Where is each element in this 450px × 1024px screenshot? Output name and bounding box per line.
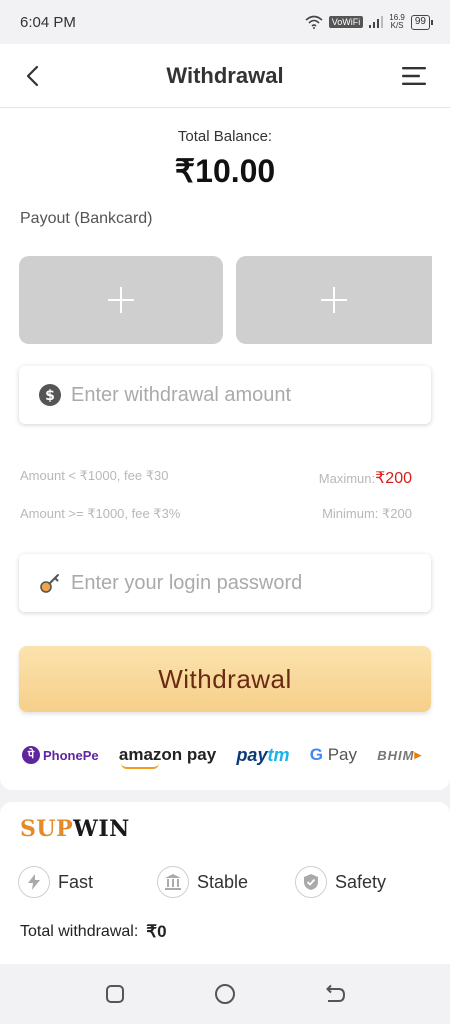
withdrawal-button[interactable]: Withdrawal (19, 646, 431, 712)
total-withdrawal-label: Total withdrawal: (20, 923, 139, 940)
fee-row-2: Amount >= ₹1000, fee ₹3% Minimum: ₹200 (20, 506, 412, 522)
feature-label: Stable (197, 871, 249, 892)
withdrawal-amount-input[interactable] (71, 383, 431, 407)
plus-icon (321, 287, 347, 313)
speed-unit: K/S (390, 21, 404, 30)
paytm-logo: pay tm (236, 745, 289, 766)
wifi-icon (305, 15, 323, 29)
google-g-icon: G (309, 745, 323, 764)
battery-indicator: 99 (410, 14, 434, 30)
balance-value: ₹10.00 (174, 153, 276, 189)
paytm-pay-text: pay (236, 744, 268, 765)
brand-sup: SUP (20, 816, 74, 842)
feature-safety: Safety (295, 866, 386, 898)
login-password-field[interactable] (19, 554, 431, 612)
amazon-smile-icon (120, 763, 159, 769)
feature-fast: Fast (18, 866, 93, 898)
feature-stable: Stable (157, 866, 248, 898)
fee-row-1: Amount < ₹1000, fee ₹30 Maximun: ₹200 (20, 468, 412, 488)
home-button[interactable] (213, 982, 237, 1006)
google-pay-logo: G Pay (310, 745, 357, 765)
page-title: Withdrawal (166, 62, 284, 88)
svg-text:$: $ (45, 388, 55, 404)
add-bankcard-button-1[interactable] (19, 256, 223, 344)
phonepe-text: PhonePe (43, 747, 99, 763)
system-nav-bar (0, 964, 450, 1024)
add-bankcard-button-2[interactable] (236, 256, 432, 344)
payment-logos: पे PhonePe amazon pay pay tm G Pay BHIM ▸ (22, 740, 422, 770)
lightning-icon (18, 866, 50, 898)
bank-icon (157, 866, 189, 898)
amazon-pay-text: amazon pay (118, 745, 217, 764)
back-arrow-icon (326, 984, 346, 1002)
maximum-value: ₹200 (375, 470, 412, 487)
bhim-text: BHIM (377, 747, 415, 763)
recents-button[interactable] (103, 982, 127, 1006)
vowifi-badge: VoWiFi (328, 16, 364, 28)
network-speed: 16.9 K/S (389, 14, 405, 30)
maximum-limit: Maximun: ₹200 (319, 468, 412, 488)
gpay-text: Pay (327, 745, 357, 764)
balance-label: Total Balance: (177, 128, 273, 145)
paytm-tm-text: tm (267, 744, 290, 765)
feature-label: Fast (58, 871, 94, 892)
circle-icon (215, 984, 235, 1004)
back-chevron-icon[interactable] (22, 64, 46, 88)
payout-label: Payout (Bankcard) (20, 210, 153, 227)
shield-check-icon (295, 866, 327, 898)
fee-rule-high: Amount >= ₹1000, fee ₹3% (20, 506, 181, 521)
total-withdrawal: Total withdrawal: ₹0 (20, 922, 167, 942)
withdrawal-amount-field[interactable]: $ (19, 366, 431, 424)
status-bar: 6:04 PM VoWiFi 16.9 K/S 99 (0, 0, 450, 44)
brand-win: WIN (73, 816, 130, 842)
status-icons: VoWiFi 16.9 K/S 99 (305, 14, 434, 30)
signal-icon (369, 16, 384, 28)
phonepe-mark-icon: पे (22, 746, 40, 764)
minimum-limit: Minimum: ₹200 (322, 506, 412, 521)
feature-label: Safety (335, 871, 387, 892)
dollar-coin-icon: $ (39, 384, 61, 406)
square-icon (106, 985, 124, 1003)
plus-icon (108, 287, 134, 313)
info-card: SUPWIN Fast Stable Safety Total withdraw… (0, 802, 450, 964)
withdrawal-card: Total Balance: ₹10.00 Payout (Bankcard) … (0, 108, 450, 790)
status-time: 6:04 PM (20, 13, 76, 31)
maximum-label: Maximun: (318, 471, 376, 486)
supwin-logo: SUPWIN (20, 816, 130, 842)
app-header: Withdrawal (0, 44, 450, 108)
total-withdrawal-value: ₹0 (146, 922, 167, 941)
login-password-input[interactable] (71, 571, 431, 595)
amazon-pay-logo: amazon pay (118, 745, 217, 769)
fee-rule-low: Amount < ₹1000, fee ₹30 (20, 468, 169, 483)
bhim-logo: BHIM ▸ (377, 747, 422, 763)
key-icon (40, 574, 59, 593)
phonepe-logo: पे PhonePe (22, 746, 99, 764)
back-button[interactable] (323, 982, 347, 1006)
menu-icon[interactable] (402, 66, 426, 86)
bhim-triangle-icon: ▸ (414, 747, 422, 762)
